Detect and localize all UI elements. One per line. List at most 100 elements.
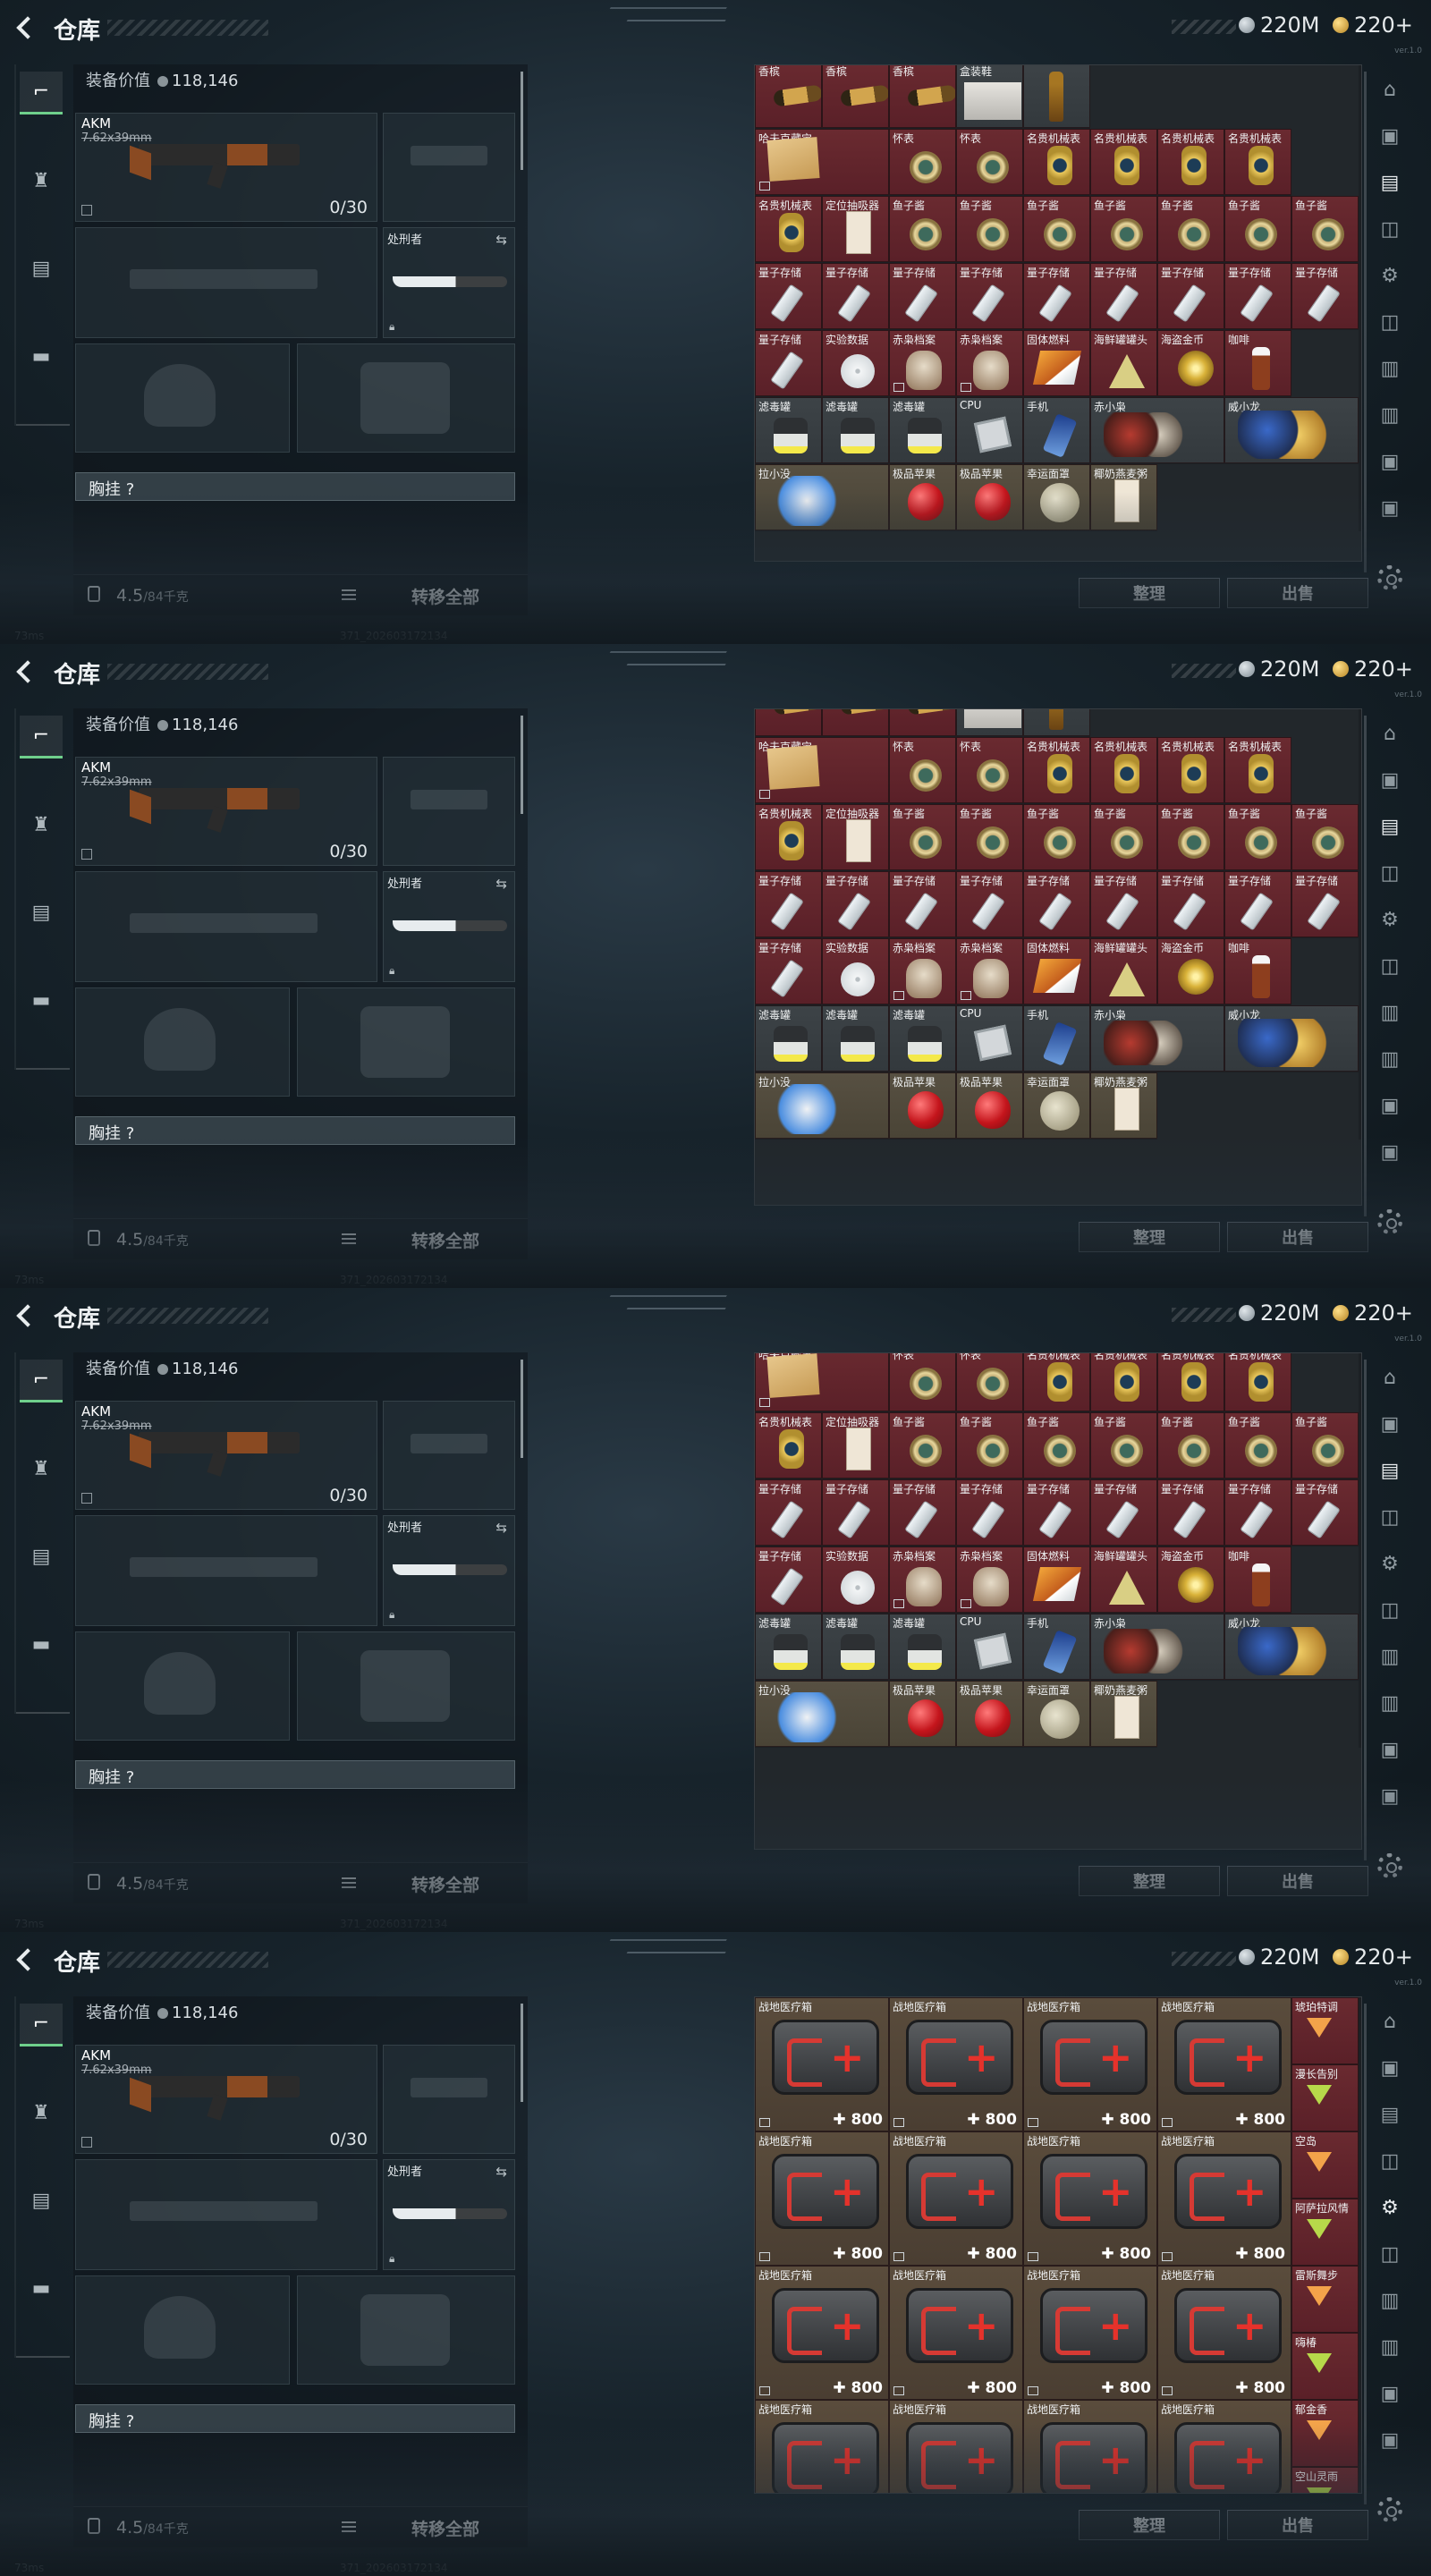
stash-item[interactable]: 鱼子酱 (1023, 804, 1090, 870)
stash-item[interactable]: 鱼子酱 (1291, 804, 1359, 870)
cabinet-icon[interactable]: ⌂ (1372, 716, 1408, 751)
stash-item[interactable]: 量子存储 (822, 1479, 889, 1546)
back-arrow-icon[interactable] (13, 14, 39, 41)
stash-item[interactable]: 名贵机械表 (1090, 129, 1157, 195)
stash-item[interactable]: 量子存储 (1090, 1479, 1157, 1546)
clipboard-icon[interactable]: ▤ (20, 2179, 63, 2222)
storage-icon[interactable]: ▥ (1372, 1639, 1408, 1674)
stash-item[interactable]: 鱼子酱 (1157, 196, 1224, 262)
stash-item[interactable]: 量子存储 (755, 263, 822, 329)
stash-item[interactable]: 定位抽吸器 (822, 804, 889, 870)
equipment-scrollbar[interactable] (521, 2004, 523, 2102)
gallery-icon[interactable]: ▤ (1372, 809, 1408, 844)
stash-item[interactable]: 滤毒罐 (822, 1614, 889, 1680)
stash-item[interactable]: 量子存储 (1291, 263, 1359, 329)
second-primary-slot[interactable] (75, 871, 377, 982)
stash-item[interactable]: 滤毒罐 (822, 397, 889, 463)
helmet-icon[interactable]: ♜ (20, 1447, 63, 1490)
stash-item[interactable]: 香槟 (822, 709, 889, 736)
stash-item[interactable]: 赤枭档案 (889, 938, 956, 1004)
stash-item[interactable]: 量子存储 (956, 871, 1023, 937)
stash-item[interactable]: 赤枭档案 (889, 1546, 956, 1613)
currency-gold[interactable]: 220+ (1333, 1945, 1413, 1970)
briefcase-icon[interactable]: ▬ (20, 2267, 63, 2309)
stash-item[interactable]: 赤枭档案 (956, 938, 1023, 1004)
stash-item[interactable]: 量子存储 (1224, 871, 1291, 937)
box-icon[interactable]: ▣ (1372, 762, 1408, 798)
sell-button[interactable]: 出售 (1227, 578, 1368, 608)
stash-item[interactable]: 鱼子酱 (1291, 196, 1359, 262)
stash-item[interactable]: 鱼子酱 (1023, 1412, 1090, 1479)
second-primary-slot[interactable] (75, 227, 377, 338)
medkit-item[interactable]: 战地医疗箱 ✚ 800 (1157, 2266, 1291, 2400)
chest-rig-header[interactable]: 胸挂 ? (75, 1116, 515, 1145)
stash-item[interactable]: 定位抽吸器 (822, 196, 889, 262)
medkit-item[interactable]: 战地医疗箱 ✚ 800 (889, 2131, 1023, 2266)
stash-item[interactable] (1023, 709, 1090, 736)
stash-item[interactable]: 椰奶燕麦粥 (1090, 464, 1157, 530)
stash-item[interactable]: 名贵机械表 (1157, 129, 1224, 195)
stash-item[interactable]: 极品苹果 (956, 1681, 1023, 1747)
list-icon[interactable] (342, 1877, 356, 1888)
cabinet-icon[interactable]: ⌂ (1372, 72, 1408, 107)
stash-item[interactable]: 手机 (1023, 397, 1090, 463)
stash-item[interactable]: 哈夫克藏宝 (755, 1353, 889, 1411)
stash-item[interactable]: 海鲜罐罐头 (1090, 938, 1157, 1004)
medkit-item[interactable]: 战地医疗箱 ✚ 800 (1023, 2131, 1157, 2266)
clipboard-icon[interactable]: ▤ (20, 1535, 63, 1578)
stash-item[interactable]: 怀表 (889, 1353, 956, 1411)
stash-item[interactable]: 盒装鞋 (956, 65, 1023, 128)
empty-stash-space[interactable] (755, 1140, 1361, 1205)
storage-icon[interactable]: ▥ (1372, 995, 1408, 1030)
stash-item[interactable]: 名贵机械表 (1224, 737, 1291, 803)
stash-item[interactable]: 滤毒罐 (889, 397, 956, 463)
stash-item[interactable]: 盒装鞋 (956, 709, 1023, 736)
empty-stash-space[interactable] (1090, 709, 1359, 737)
currency-silver[interactable]: 220M (1239, 1945, 1320, 1970)
stash-item[interactable]: 极品苹果 (889, 1681, 956, 1747)
sell-button[interactable]: 出售 (1227, 1222, 1368, 1252)
empty-stash-space[interactable] (1291, 938, 1359, 1005)
stash-item[interactable]: 鱼子酱 (889, 804, 956, 870)
storage-icon[interactable]: ▥ (1372, 1041, 1408, 1077)
helmet-slot[interactable] (75, 1631, 290, 1741)
swap-icon[interactable]: ⇆ (495, 2164, 507, 2180)
second-primary-slot[interactable] (75, 1515, 377, 1626)
stash-item[interactable]: 拉小没 (755, 1072, 889, 1139)
currency-silver[interactable]: 220M (1239, 1301, 1320, 1326)
box-icon[interactable]: ▣ (1372, 2376, 1408, 2411)
box-icon[interactable]: ▣ (1372, 490, 1408, 526)
melee-slot[interactable]: 处刑者 ⇆ 🔒︎ (383, 227, 515, 338)
stash-item[interactable]: 量子存储 (755, 1479, 822, 1546)
stash-item[interactable]: 鱼子酱 (1224, 1412, 1291, 1479)
stash-item[interactable]: 极品苹果 (956, 464, 1023, 530)
stash-item[interactable]: 量子存储 (755, 938, 822, 1004)
storage-icon[interactable]: ▥ (1372, 397, 1408, 433)
currency-gold[interactable]: 220+ (1333, 657, 1413, 682)
stash-item[interactable]: 量子存储 (1090, 871, 1157, 937)
equipment-scrollbar[interactable] (521, 1360, 523, 1458)
stash-item[interactable]: 怀表 (956, 129, 1023, 195)
currency-gold[interactable]: 220+ (1333, 1301, 1413, 1326)
sort-button[interactable]: 整理 (1079, 2510, 1220, 2540)
stash-item[interactable]: 量子存储 (1023, 263, 1090, 329)
empty-stash-space[interactable] (1291, 737, 1359, 804)
stash-item[interactable]: 幸运面罩 (1023, 464, 1090, 530)
medkit-item[interactable]: 战地医疗箱 ✚ 800 (755, 2131, 889, 2266)
stash-item[interactable]: 量子存储 (1157, 263, 1224, 329)
medkit-item[interactable]: 战地医疗箱 ✚ 800 (1157, 2131, 1291, 2266)
camera-icon[interactable]: ◫ (1372, 948, 1408, 984)
box-icon[interactable]: ▣ (1372, 1406, 1408, 1442)
helmet-icon[interactable]: ♜ (20, 803, 63, 846)
list-icon[interactable] (342, 2521, 356, 2532)
stash-item[interactable]: 量子存储 (889, 263, 956, 329)
stash-item[interactable]: 手机 (1023, 1614, 1090, 1680)
helmet-slot[interactable] (75, 343, 290, 453)
equipment-scrollbar[interactable] (521, 716, 523, 814)
box-icon[interactable]: ▣ (1372, 1134, 1408, 1170)
sort-button[interactable]: 整理 (1079, 1866, 1220, 1896)
empty-stash-space[interactable] (1291, 129, 1359, 196)
stash-item[interactable]: 怀表 (956, 1353, 1023, 1411)
primary-weapon-slot[interactable]: AKM 7.62x39mm 0/30 (75, 113, 377, 222)
stash-item[interactable]: 赤枭档案 (889, 330, 956, 396)
